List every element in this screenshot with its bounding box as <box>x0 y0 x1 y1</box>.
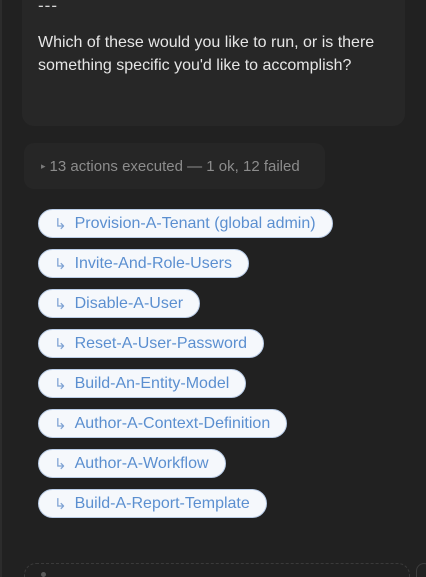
return-arrow-icon: ↳ <box>54 334 67 353</box>
return-arrow-icon: ↳ <box>54 214 67 233</box>
caret-right-icon: ▸ <box>41 160 46 171</box>
suggestion-chip-reset-a-user-password[interactable]: ↳ Reset-A-User-Password <box>38 329 265 358</box>
suggestion-chip-provision-a-tenant[interactable]: ↳ Provision-A-Tenant (global admin) <box>38 209 333 238</box>
return-arrow-icon: ↳ <box>54 494 67 513</box>
suggestion-label: Build-A-Report-Template <box>74 494 250 512</box>
chat-panel: --- Which of these would you like to run… <box>0 0 426 577</box>
composer-input[interactable] <box>24 563 410 577</box>
suggestion-label: Reset-A-User-Password <box>74 334 248 352</box>
message-separator: --- <box>38 0 58 15</box>
return-arrow-icon: ↳ <box>54 294 67 313</box>
composer-indicator-icon <box>41 572 46 577</box>
actions-summary-label: 13 actions executed — 1 ok, 12 failed <box>49 157 300 175</box>
suggestion-list: ↳ Provision-A-Tenant (global admin) ↳ In… <box>38 209 333 529</box>
panel-divider <box>0 0 2 577</box>
message-body: Which of these would you like to run, or… <box>38 34 375 74</box>
suggestion-label: Author-A-Context-Definition <box>74 414 271 432</box>
suggestion-chip-author-a-context-definition[interactable]: ↳ Author-A-Context-Definition <box>38 409 288 438</box>
suggestion-label: Provision-A-Tenant (global admin) <box>74 214 316 232</box>
return-arrow-icon: ↳ <box>54 254 67 273</box>
return-arrow-icon: ↳ <box>54 454 67 473</box>
assistant-message: --- Which of these would you like to run… <box>22 0 405 126</box>
suggestion-label: Build-An-Entity-Model <box>74 374 230 392</box>
suggestion-chip-build-an-entity-model[interactable]: ↳ Build-An-Entity-Model <box>38 369 247 398</box>
suggestion-chip-invite-and-role-users[interactable]: ↳ Invite-And-Role-Users <box>38 249 249 278</box>
return-arrow-icon: ↳ <box>54 414 67 433</box>
actions-summary-toggle[interactable]: ▸ 13 actions executed — 1 ok, 12 failed <box>24 143 325 189</box>
suggestion-chip-disable-a-user[interactable]: ↳ Disable-A-User <box>38 289 201 318</box>
side-panel-edge <box>416 563 426 577</box>
suggestion-label: Invite-And-Role-Users <box>74 254 232 272</box>
suggestion-chip-author-a-workflow[interactable]: ↳ Author-A-Workflow <box>38 449 226 478</box>
return-arrow-icon: ↳ <box>54 374 67 393</box>
suggestion-chip-build-a-report-template[interactable]: ↳ Build-A-Report-Template <box>38 489 267 518</box>
suggestion-label: Disable-A-User <box>74 294 184 312</box>
suggestion-label: Author-A-Workflow <box>74 454 209 472</box>
